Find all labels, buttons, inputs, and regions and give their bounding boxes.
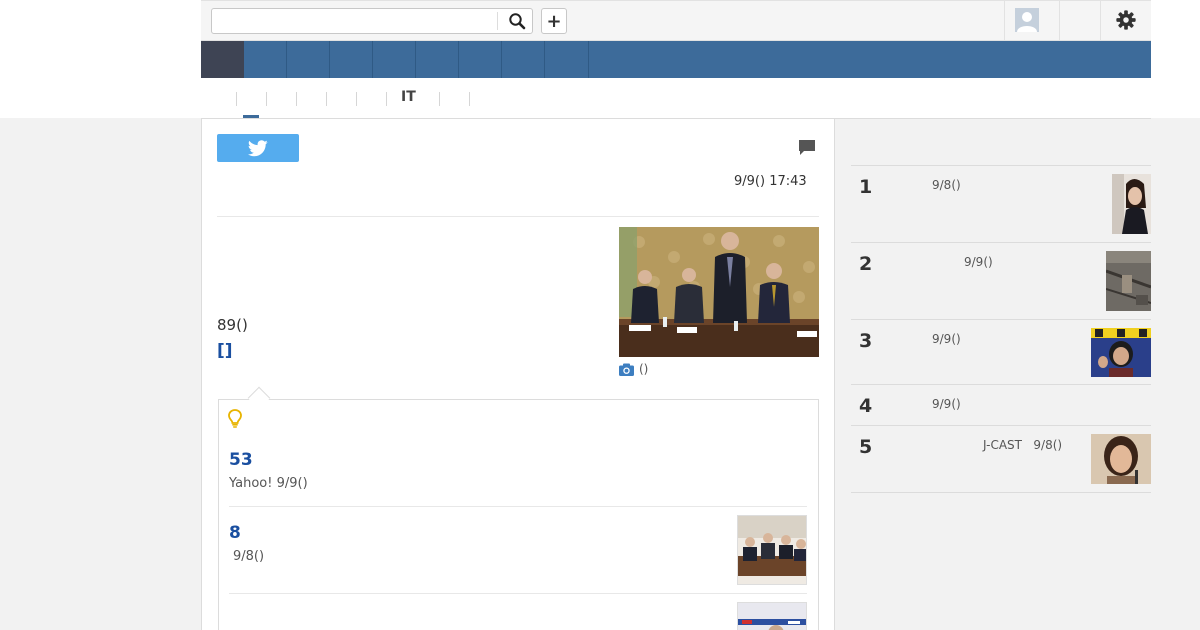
ranking-divider (851, 425, 1151, 426)
search-input[interactable] (216, 12, 498, 30)
ranking-meta: 9/9() (932, 332, 961, 346)
subnav-divider (356, 92, 357, 106)
camera-icon (619, 363, 634, 376)
ranking-meta: J-CAST 9/8() (983, 438, 1063, 452)
ranking-thumbnail[interactable] (1091, 434, 1151, 484)
header-divider (1100, 1, 1101, 40)
search-box[interactable] (211, 8, 533, 34)
ranking-divider (851, 242, 1151, 243)
subnav-divider (326, 92, 327, 106)
ranking-divider (851, 492, 1151, 493)
related-item-3-thumbnail[interactable] (737, 602, 807, 630)
ranking-number: 3 (859, 330, 873, 352)
related-item-1-meta: Yahoo! 9/9() (229, 476, 308, 491)
twitter-icon (248, 139, 268, 156)
nav-item[interactable] (502, 41, 545, 78)
article-count-text: 89() (217, 316, 248, 334)
article-photo[interactable] (619, 227, 819, 357)
subnav-divider (266, 92, 267, 106)
ranking-meta: 9/8() (932, 178, 961, 192)
tweet-button[interactable] (217, 134, 299, 162)
ranking-divider (851, 384, 1151, 385)
ranking-thumbnail[interactable] (1106, 251, 1151, 311)
search-icon[interactable] (508, 12, 526, 30)
nav-item[interactable] (459, 41, 502, 78)
subnav-divider (469, 92, 470, 106)
related-articles-box (218, 399, 819, 630)
ranking-thumbnail[interactable] (1112, 174, 1151, 234)
nav-item[interactable] (330, 41, 373, 78)
article-bracket-link[interactable]: [] (217, 341, 233, 361)
article-date: 9/9() 17:43 (734, 174, 807, 189)
ranking-meta: 9/9() (964, 255, 993, 269)
related-item-2-link[interactable]: 8 (229, 523, 241, 543)
ranking-number: 4 (859, 395, 873, 417)
header-divider (1004, 1, 1005, 40)
nav-item[interactable] (287, 41, 330, 78)
related-item-1-link[interactable]: 53 (229, 450, 253, 470)
lightbulb-icon (228, 409, 242, 428)
user-avatar-icon[interactable] (1015, 8, 1039, 32)
photo-caption: () (639, 362, 649, 376)
subnav-divider (386, 92, 387, 106)
ranking-number: 1 (859, 176, 873, 198)
subnav-divider (236, 92, 237, 106)
related-divider (229, 506, 807, 507)
category-nav (201, 41, 1151, 78)
ranking-divider (851, 319, 1151, 320)
nav-item[interactable] (416, 41, 459, 78)
nav-item[interactable] (244, 41, 287, 78)
ranking-number: 5 (859, 436, 873, 458)
comment-icon[interactable] (798, 139, 816, 157)
nav-item[interactable] (545, 41, 589, 78)
nav-item[interactable] (373, 41, 416, 78)
subnav-divider (296, 92, 297, 106)
gear-icon[interactable] (1115, 9, 1137, 31)
article-divider (217, 216, 819, 217)
ranking-divider (851, 165, 1151, 166)
related-divider (229, 593, 807, 594)
nav-item-home[interactable] (201, 41, 244, 78)
ranking-number: 2 (859, 253, 873, 275)
related-item-2-meta: 9/8() (233, 549, 265, 564)
subnav-divider (439, 92, 440, 106)
ranking-meta: 9/9() (932, 397, 961, 411)
add-button[interactable]: + (541, 8, 567, 34)
subnav-tab-it[interactable]: IT (401, 89, 416, 105)
related-item-2-thumbnail[interactable] (737, 515, 807, 585)
ranking-thumbnail[interactable] (1091, 328, 1151, 377)
plus-icon: + (546, 10, 562, 32)
header-divider (1059, 1, 1060, 40)
